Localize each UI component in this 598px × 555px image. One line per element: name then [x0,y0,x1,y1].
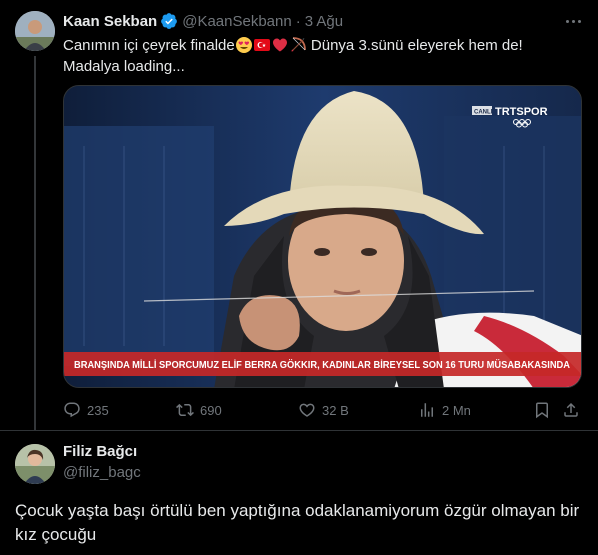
tweet-actions: 235 690 32 B 2 Mn [63,398,583,422]
share-button[interactable] [562,398,586,422]
heart-eyes-emoji-icon [235,37,252,53]
bookmark-button[interactable] [533,398,557,422]
separator-dot: · [295,12,301,30]
views-count: 2 Mn [442,402,471,418]
reply-button[interactable]: 235 [63,398,109,422]
reply-author-avatar[interactable] [15,444,55,484]
tweet-text-part2: Dünya 3.sünü eleyerek hem de! [306,37,523,54]
author-avatar[interactable] [15,11,55,51]
channel-logo: TRTSPOR [495,106,548,118]
reply-tweet[interactable]: Filiz Bağcı @filiz_bagc Çocuk yaşta başı… [0,431,598,555]
tweet-header: Kaan Sekban @KaanSekbann · 3 Ağu [63,11,343,31]
reply-count: 235 [87,402,109,418]
reply-text: Çocuk yaşta başı örtülü ben yaptığına od… [15,501,580,544]
retweet-count: 690 [200,402,222,418]
tweet-text-part1: Canımın içi çeyrek finalde [63,37,235,54]
more-options-icon[interactable] [560,11,586,31]
reply-icon [64,402,80,418]
tweet-timestamp[interactable]: 3 Ağu [305,13,343,30]
retweet-icon [176,403,194,417]
reply-author-handle[interactable]: @filiz_bagc [63,464,141,481]
verified-badge-icon [160,12,178,30]
bow-and-arrow-emoji-icon [290,37,306,53]
heart-icon [299,403,315,417]
views-chart-icon [421,403,433,417]
tweet-text: Canımın içi çeyrek finalde Dünya 3.sünü … [63,35,583,77]
retweet-button[interactable]: 690 [176,398,222,422]
author-handle[interactable]: @KaanSekbann [182,13,291,30]
thread-line [34,56,36,430]
tweet-media-image[interactable]: CANLI TRTSPOR BRANŞINDA MİLLİ SPORCUMUZ … [63,85,582,388]
views-button[interactable]: 2 Mn [418,398,471,422]
author-name[interactable]: Kaan Sekban [63,13,157,30]
bookmark-icon [536,402,548,419]
red-heart-emoji-icon [272,37,288,53]
like-button[interactable]: 32 B [298,398,349,422]
media-caption: BRANŞINDA MİLLİ SPORCUMUZ ELİF BERRA GÖK… [74,358,570,371]
tweet[interactable]: Kaan Sekban @KaanSekbann · 3 Ağu Canımın… [0,0,598,430]
live-label: CANLI [474,110,493,116]
tweet-text-line2: Madalya loading... [63,58,185,75]
reply-author-name[interactable]: Filiz Bağcı [63,443,137,460]
share-icon [564,402,578,417]
like-count: 32 B [322,402,349,418]
turkey-flag-emoji-icon [253,37,270,53]
